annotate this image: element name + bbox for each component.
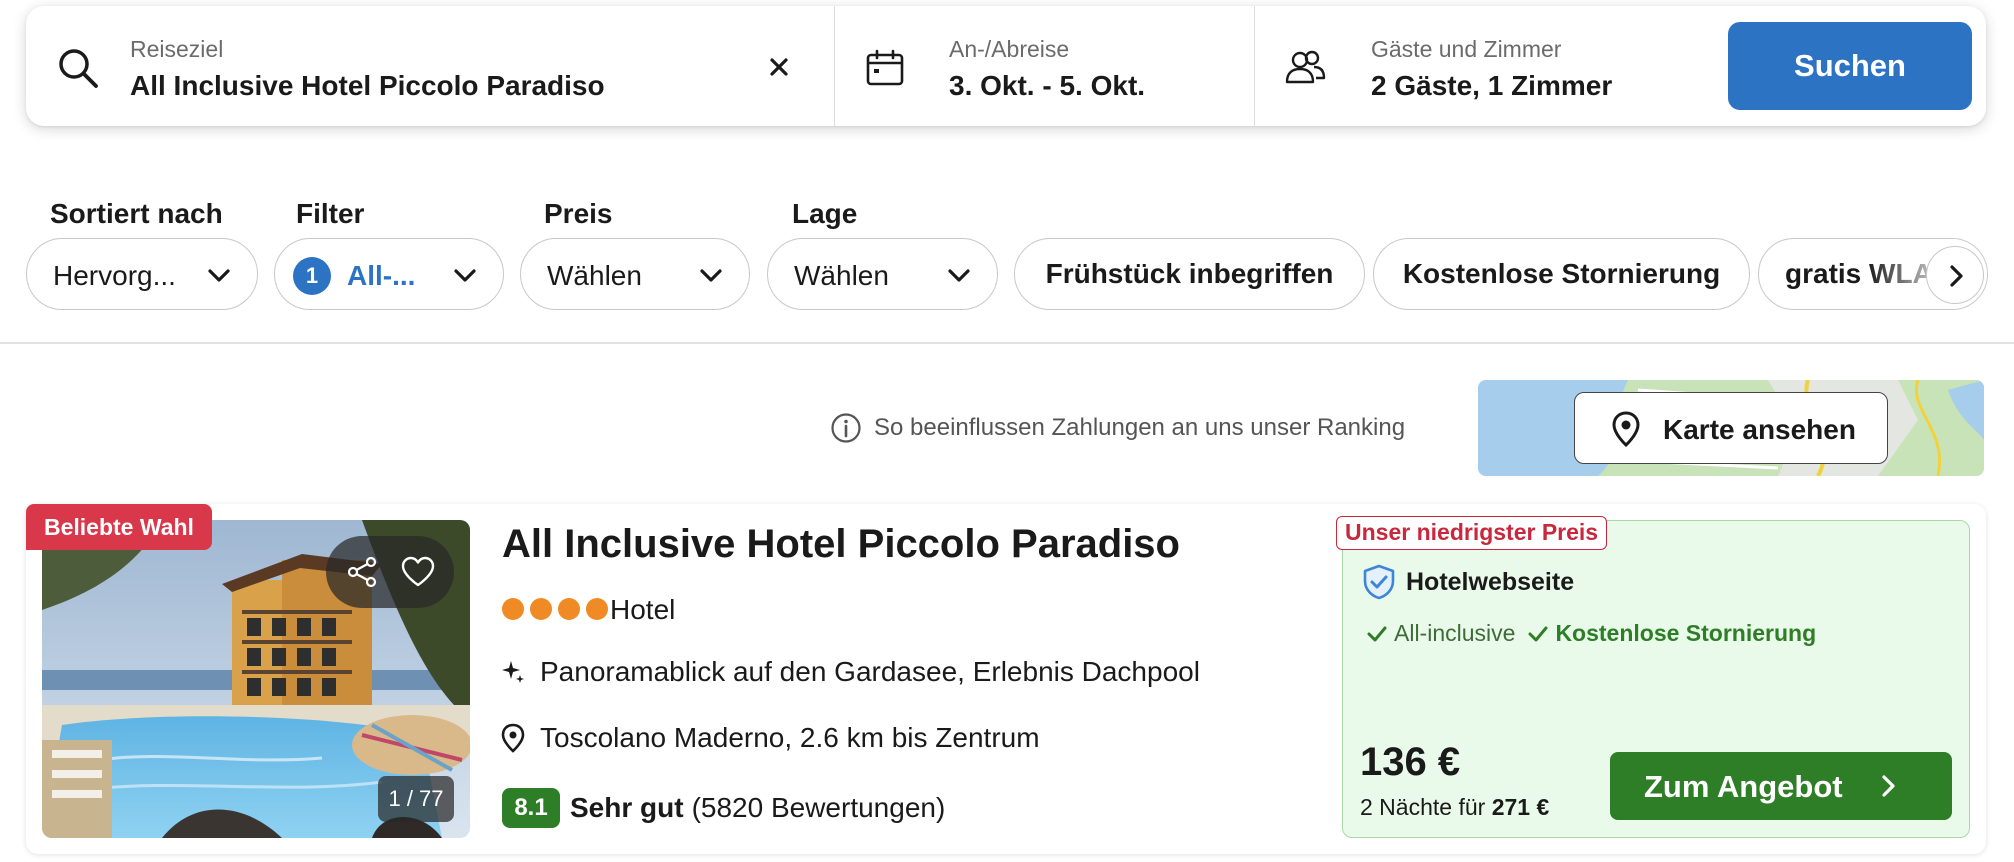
- nights-prefix: 2 Nächte für: [1360, 794, 1486, 820]
- hotel-type: Hotel: [610, 594, 676, 625]
- rating-label: Sehr gut: [570, 792, 684, 823]
- lowest-price-badge: Unser niedrigster Preis: [1336, 516, 1608, 550]
- destination-label: Reiseziel: [130, 36, 224, 62]
- hotel-stars: [502, 598, 608, 620]
- amenity-all-inclusive: All-inclusive: [1394, 620, 1516, 646]
- hotel-rating[interactable]: 8.1 Sehr gut (5820 Bewertungen): [502, 788, 945, 828]
- hotel-name[interactable]: All Inclusive Hotel Piccolo Paradiso: [502, 522, 1180, 567]
- check-icon: [1528, 626, 1548, 641]
- sort-label: Sortiert nach: [50, 198, 223, 229]
- heart-icon[interactable]: [400, 554, 436, 590]
- view-map-button[interactable]: Karte ansehen: [1574, 392, 1888, 464]
- shield-check-icon: [1363, 564, 1395, 600]
- sort-value: Hervorg...: [53, 260, 176, 291]
- price-dropdown[interactable]: Wählen: [520, 238, 750, 310]
- search-bar: Reiseziel All Inclusive Hotel Piccolo Pa…: [26, 6, 1986, 126]
- chip-breakfast[interactable]: Frühstück inbegriffen: [1014, 238, 1365, 310]
- view-deal-button[interactable]: Zum Angebot: [1610, 752, 1952, 820]
- nights-total: 271 €: [1491, 794, 1550, 820]
- hotel-highlight-text: Panoramablick auf den Gardasee, Erlebnis…: [540, 656, 1200, 687]
- view-deal-label: Zum Angebot: [1644, 769, 1843, 804]
- guests-field[interactable]: Gäste und Zimmer 2 Gäste, 1 Zimmer: [1254, 6, 1724, 126]
- close-icon[interactable]: [762, 50, 796, 84]
- rating-count: (5820 Bewertungen): [691, 792, 946, 823]
- calendar-icon: [866, 49, 904, 86]
- filter-label: Filter: [296, 198, 365, 229]
- rating-score: 8.1: [502, 788, 560, 828]
- destination-value[interactable]: All Inclusive Hotel Piccolo Paradiso: [130, 70, 605, 102]
- share-icon[interactable]: [344, 554, 380, 590]
- filters-scroll-right-button[interactable]: [1926, 246, 1984, 304]
- hotel-highlight: Panoramablick auf den Gardasee, Erlebnis…: [500, 656, 1200, 688]
- chip-free-cancellation[interactable]: Kostenlose Stornierung: [1373, 238, 1750, 310]
- users-icon: [1285, 50, 1326, 84]
- location-label: Lage: [792, 198, 858, 229]
- dates-value[interactable]: 3. Okt. - 5. Okt.: [949, 70, 1145, 102]
- map-pin-icon: [501, 723, 525, 753]
- chevron-right-icon: [1950, 265, 1963, 287]
- info-icon: [831, 413, 861, 443]
- divider: [0, 342, 2014, 344]
- search-icon: [59, 49, 98, 88]
- ranking-info-link[interactable]: So beeinflussen Zahlungen an uns unser R…: [830, 412, 1405, 444]
- map-pin-icon: [1612, 411, 1640, 447]
- hotel-location: Toscolano Maderno, 2.6 km bis Zentrum: [500, 722, 1040, 754]
- location-dropdown[interactable]: Wählen: [767, 238, 998, 310]
- star-icon: [502, 598, 524, 620]
- offer-price: 136 €: [1360, 740, 1461, 784]
- star-icon: [530, 598, 552, 620]
- guests-value[interactable]: 2 Gäste, 1 Zimmer: [1371, 70, 1612, 102]
- photo-actions: [326, 536, 454, 608]
- chip-label: Frühstück inbegriffen: [1045, 258, 1334, 289]
- chevron-down-icon: [948, 269, 970, 282]
- offer-nights: 2 Nächte für 271 €: [1360, 794, 1549, 821]
- guests-label: Gäste und Zimmer: [1371, 36, 1562, 62]
- chevron-down-icon: [208, 269, 230, 282]
- chevron-down-icon: [454, 269, 476, 282]
- hotel-location-text: Toscolano Maderno, 2.6 km bis Zentrum: [540, 722, 1040, 753]
- chip-label: Kostenlose Stornierung: [1402, 258, 1721, 289]
- popular-choice-badge: Beliebte Wahl: [26, 504, 212, 550]
- chevron-right-icon: [1882, 775, 1895, 797]
- filter-value: All-...: [347, 260, 416, 291]
- offer-provider: Hotelwebseite: [1362, 564, 1574, 600]
- filter-dropdown[interactable]: 1 All-...: [274, 238, 504, 310]
- location-value: Wählen: [794, 260, 889, 291]
- filter-count-badge: 1: [293, 257, 331, 295]
- ranking-info-text: So beeinflussen Zahlungen an uns unser R…: [874, 414, 1406, 441]
- chevron-down-icon: [700, 269, 722, 282]
- search-button[interactable]: Suchen: [1728, 22, 1972, 110]
- price-value: Wählen: [547, 260, 642, 291]
- sparkle-icon: [502, 661, 524, 683]
- amenity-free-cancellation: Kostenlose Stornierung: [1555, 620, 1817, 646]
- offer-amenities: All-inclusive Kostenlose Stornierung: [1366, 620, 1816, 647]
- star-icon: [586, 598, 608, 620]
- dates-field[interactable]: An-/Abreise 3. Okt. - 5. Okt.: [834, 6, 1254, 126]
- star-icon: [558, 598, 580, 620]
- sort-dropdown[interactable]: Hervorg...: [26, 238, 258, 310]
- dates-label: An-/Abreise: [949, 36, 1070, 62]
- view-map-label: Karte ansehen: [1663, 414, 1856, 445]
- check-icon: [1367, 626, 1387, 641]
- destination-field[interactable]: Reiseziel All Inclusive Hotel Piccolo Pa…: [26, 6, 834, 126]
- offer-provider-name: Hotelwebseite: [1406, 567, 1575, 596]
- price-label: Preis: [544, 198, 613, 229]
- photo-counter: 1 / 77: [378, 776, 454, 822]
